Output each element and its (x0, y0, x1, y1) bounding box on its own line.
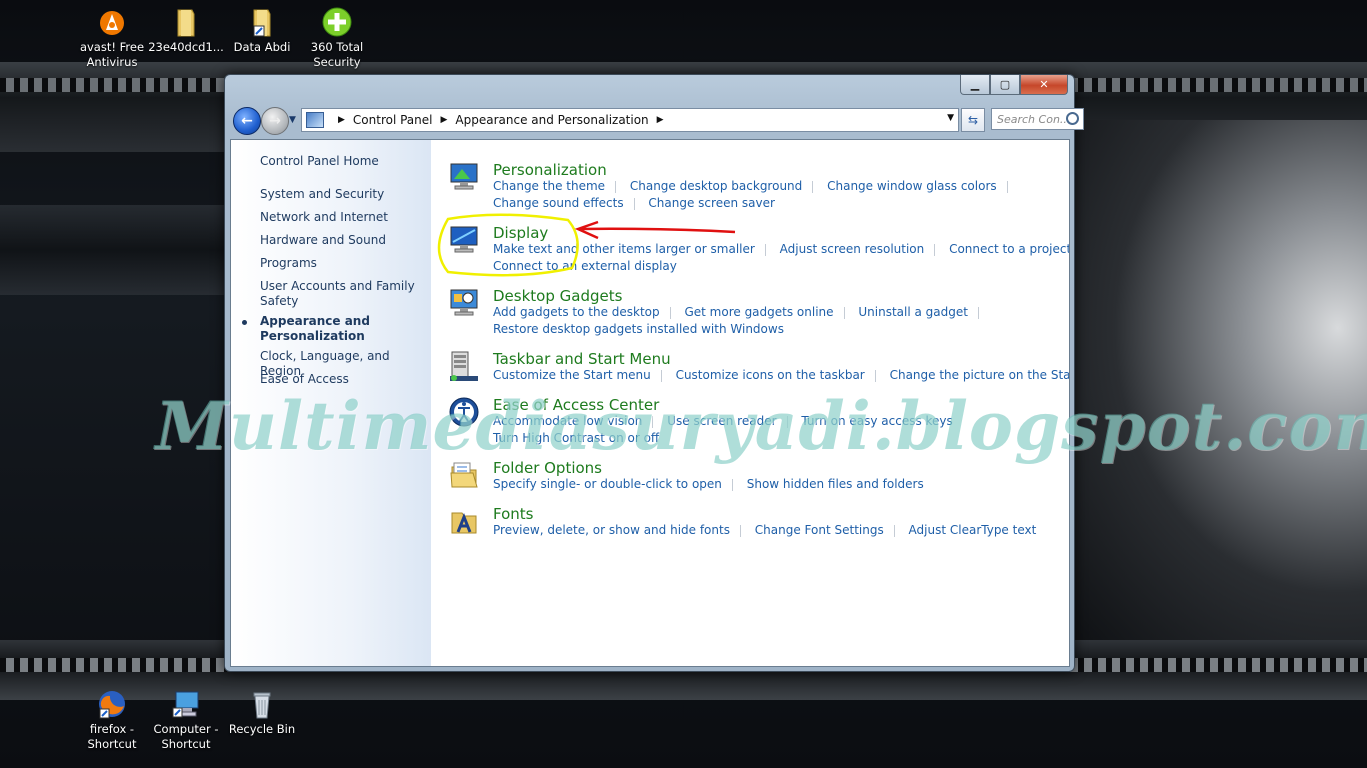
watermark-text: Multimediasuryadi.blogspot.com (155, 387, 1367, 465)
annotation-overlay (437, 213, 736, 277)
annotation-arrow (574, 220, 736, 240)
highlight-ellipse (437, 213, 579, 277)
